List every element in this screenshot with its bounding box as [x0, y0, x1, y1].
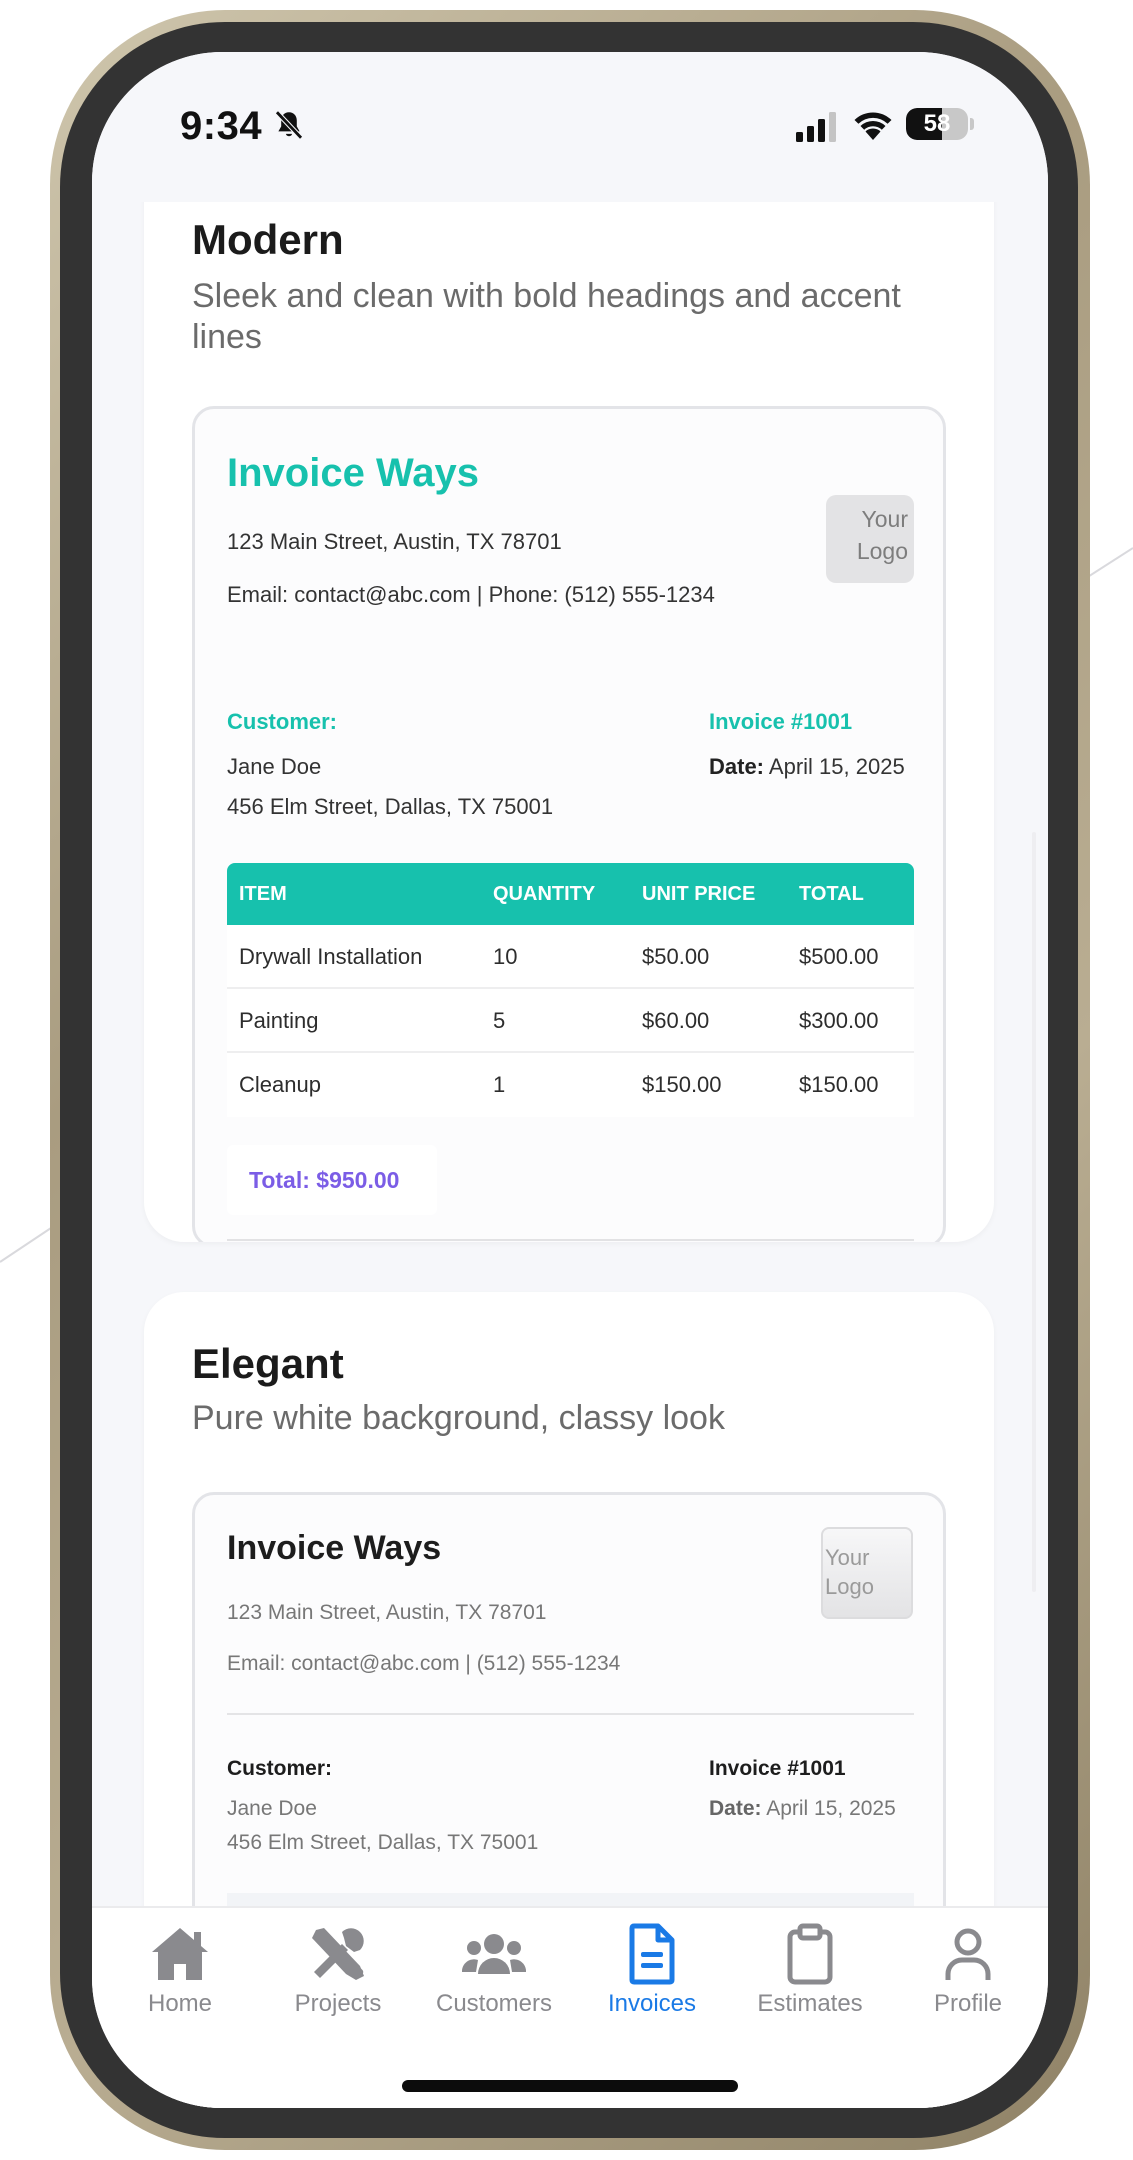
battery-indicator: 58: [906, 108, 968, 140]
item-cell: Drywall Installation: [239, 944, 423, 969]
customer-label: Customer:: [227, 1757, 333, 1780]
table-row: Cleanup 1 $150.00 $150.00: [227, 1053, 914, 1117]
date-value: April 15, 2025: [766, 1797, 896, 1820]
invoice-date: Date: April 15, 2025: [709, 1797, 896, 1821]
unit-price-cell: $60.00: [642, 1008, 710, 1033]
column-header: QUANTITY: [493, 883, 596, 905]
tab-label: Projects: [294, 1990, 382, 2017]
total-cell: $500.00: [799, 944, 879, 969]
tab-customers[interactable]: Customers: [416, 1922, 572, 2042]
customer-label: Customer:: [227, 709, 338, 734]
status-time: 9:34: [180, 104, 263, 148]
wifi-icon: [854, 112, 892, 140]
app-screen: Modern Sleek and clean with bold heading…: [92, 52, 1048, 2108]
footer-divider: [227, 1239, 914, 1241]
total-cell: $300.00: [799, 1008, 879, 1033]
status-bar: 9:34 58: [92, 52, 1048, 202]
template-title: Modern: [192, 216, 344, 263]
bell-slash-icon: [275, 110, 303, 140]
header-divider: [227, 1713, 914, 1715]
tab-label: Invoices: [607, 1990, 697, 2017]
unit-price-cell: $50.00: [642, 944, 710, 969]
invoice-number: Invoice #1001: [709, 709, 853, 734]
customer-address: 456 Elm Street, Dallas, TX 75001: [227, 794, 554, 819]
clipboard-icon: [787, 1923, 833, 1985]
total-box: Total: $950.00: [227, 1145, 437, 1215]
invoice-total: Total: $950.00: [249, 1167, 400, 1193]
date-label: Date:: [709, 1797, 762, 1820]
template-card-modern[interactable]: Modern Sleek and clean with bold heading…: [144, 112, 994, 1242]
template-title: Elegant: [192, 1340, 344, 1387]
quantity-cell: 10: [493, 944, 518, 969]
bottom-tab-bar: Home Projects Customers Invoices Estimat…: [92, 1906, 1048, 2108]
scroll-indicator[interactable]: [1032, 832, 1036, 1592]
total-cell: $150.00: [799, 1072, 879, 1097]
table-row: Drywall Installation 10 $50.00 $500.00: [227, 925, 914, 989]
unit-price-cell: $150.00: [642, 1072, 722, 1097]
tab-profile[interactable]: Profile: [890, 1922, 1046, 2042]
company-contact: Email: contact@abc.com | (512) 555-1234: [227, 1652, 621, 1675]
cellular-signal-icon: [796, 112, 836, 142]
tab-invoices[interactable]: Invoices: [574, 1922, 730, 2042]
tab-estimates[interactable]: Estimates: [732, 1922, 888, 2042]
column-header: UNIT PRICE: [642, 883, 756, 905]
battery-level: 58: [923, 110, 951, 137]
logo-placeholder: Your Logo: [821, 1527, 913, 1619]
company-address: 123 Main Street, Austin, TX 78701: [227, 1601, 547, 1624]
tab-label: Customers: [435, 1990, 553, 2017]
date-label: Date:: [709, 754, 765, 779]
date-value: April 15, 2025: [768, 754, 905, 779]
table-row: Painting 5 $60.00 $300.00: [227, 989, 914, 1053]
logo-placeholder: Your Logo: [826, 495, 914, 583]
customer-name: Jane Doe: [227, 754, 322, 779]
person-icon: [945, 1928, 991, 1980]
invoice-date: Date: April 15, 2025: [709, 754, 905, 780]
template-description: Sleek and clean with bold headings and a…: [192, 277, 901, 356]
tab-label: Profile: [933, 1990, 1003, 2017]
column-header: ITEM: [239, 883, 287, 905]
company-contact: Email: contact@abc.com | Phone: (512) 55…: [227, 582, 715, 607]
home-icon: [152, 1928, 208, 1980]
battery-cap: [970, 118, 974, 130]
company-address: 123 Main Street, Austin, TX 78701: [227, 529, 562, 554]
customer-name: Jane Doe: [227, 1797, 317, 1820]
users-icon: [462, 1934, 526, 1974]
tab-home[interactable]: Home: [102, 1922, 258, 2042]
table-header: ITEM QUANTITY UNIT PRICE TOTAL: [227, 863, 914, 925]
tab-projects[interactable]: Projects: [260, 1922, 416, 2042]
customer-address: 456 Elm Street, Dallas, TX 75001: [227, 1831, 539, 1854]
invoice-number: Invoice #1001: [709, 1757, 846, 1780]
item-cell: Cleanup: [239, 1072, 321, 1097]
company-name: Invoice Ways: [227, 1529, 442, 1567]
item-cell: Painting: [239, 1008, 319, 1033]
quantity-cell: 5: [493, 1008, 506, 1033]
home-indicator[interactable]: [402, 2080, 738, 2092]
line-items-table: ITEM QUANTITY UNIT PRICE TOTAL Drywall I…: [227, 863, 914, 1117]
tools-icon: [312, 1928, 364, 1980]
quantity-cell: 1: [493, 1072, 506, 1097]
invoice-preview-modern: Invoice Ways 123 Main Street, Austin, TX…: [192, 406, 946, 1242]
column-header: TOTAL: [799, 883, 864, 905]
tab-label: Estimates: [757, 1990, 863, 2017]
company-name: Invoice Ways: [227, 451, 479, 495]
tab-label: Home: [147, 1990, 213, 2017]
template-description: Pure white background, classy look: [192, 1399, 725, 1437]
document-icon: [629, 1923, 675, 1985]
